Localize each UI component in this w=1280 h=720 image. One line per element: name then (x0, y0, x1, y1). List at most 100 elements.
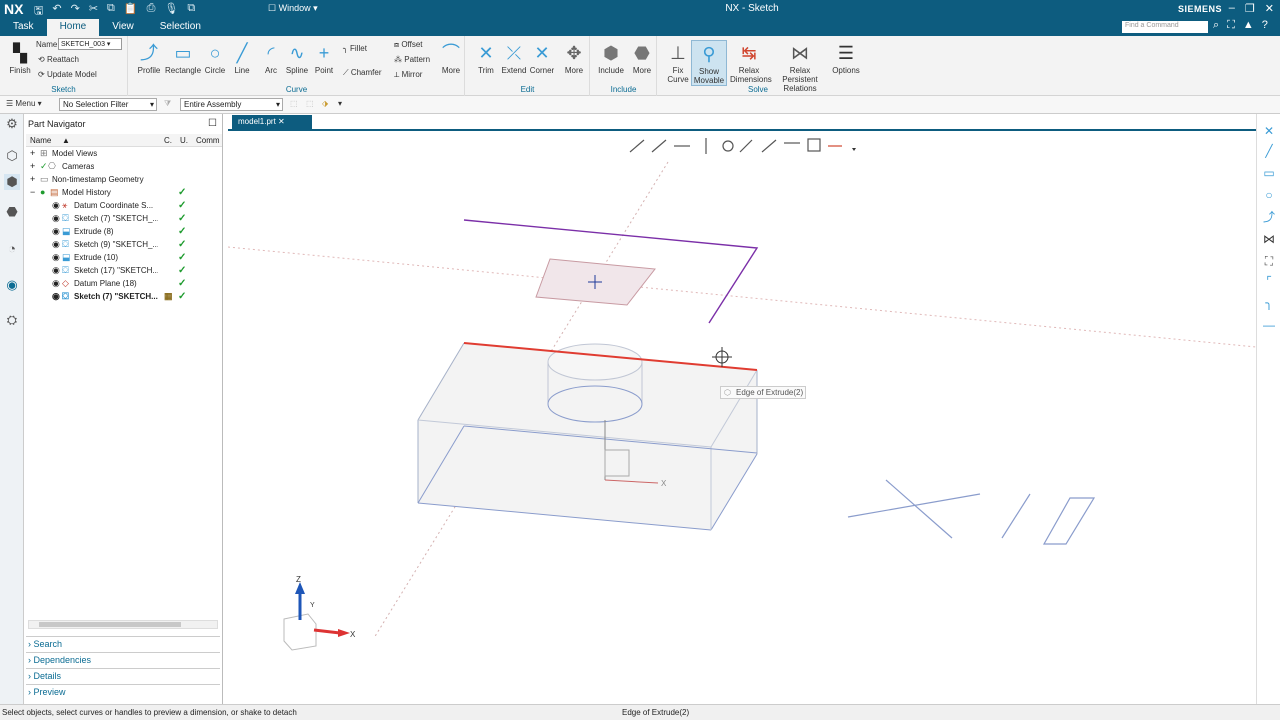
preview-section[interactable]: › Preview (28, 687, 66, 697)
relax-dimensions-button[interactable]: ↹ Relax Dimensions (730, 40, 772, 84)
trim-icon[interactable]: ✕ (1261, 124, 1277, 138)
rectangle-button[interactable]: ▭ Rectangle (165, 40, 201, 75)
eye-icon[interactable]: ◉ (52, 291, 60, 302)
perpendicular-constraint-icon[interactable] (651, 139, 667, 153)
horizontal-line-icon[interactable]: — (1261, 318, 1277, 332)
parallel-constraint-icon[interactable] (629, 139, 645, 153)
eye-icon[interactable]: ◉ (52, 252, 60, 263)
tree-row[interactable]: ◉ ⛋ Sketch (9) "SKETCH_... ✓ (26, 239, 222, 252)
deselect-icon[interactable]: ⬚ (306, 99, 314, 108)
tree-row[interactable]: + ✓ ⎔ Cameras (26, 161, 222, 174)
selection-priority-icon[interactable]: ⬗ (322, 99, 328, 108)
graphics-window[interactable]: model1.prt ✕ X Z Y X ⬡ Edge of Extrude(2… (228, 114, 1256, 704)
view-triad[interactable] (283, 582, 350, 651)
model-scene[interactable]: X (228, 114, 1256, 704)
chevron-down-icon[interactable]: ▾ (338, 99, 342, 108)
tree-row[interactable]: ◉ ⛋ Sketch (17) "SKETCH... ✓ (26, 265, 222, 278)
line-icon[interactable]: ╱ (1261, 144, 1277, 158)
equal-length-constraint-icon[interactable] (739, 139, 753, 153)
fit-view-icon[interactable]: ⛶ (1261, 254, 1277, 268)
chevron-down-icon[interactable] (852, 148, 856, 151)
eye-icon[interactable]: ◉ (52, 213, 60, 224)
finish-button[interactable]: ▚ Finish (2, 40, 38, 75)
tab-task[interactable]: Task (0, 19, 47, 36)
tree-row-active[interactable]: ◉ ⛋ Sketch (7) "SKETCH... ▦ ✓ (26, 291, 222, 304)
update-model-button[interactable]: ⟳ Update Model (38, 70, 97, 79)
tree-row[interactable]: ◉ ◇ Datum Plane (18) ✓ (26, 278, 222, 291)
tree-row[interactable]: − ● ▤ Model History ✓ (26, 187, 222, 200)
eye-icon[interactable]: ◉ (52, 226, 60, 237)
col-current[interactable]: C. (164, 136, 172, 145)
tab-selection[interactable]: Selection (147, 19, 214, 36)
eye-icon[interactable]: ◉ (52, 278, 60, 289)
reference-curves[interactable] (847, 479, 1096, 545)
search-icon[interactable]: ⌕ (1213, 19, 1219, 32)
tangent-constraint-icon[interactable] (722, 140, 734, 152)
horizontal-scrollbar[interactable] (28, 620, 218, 629)
roles-icon[interactable]: ⛭ (4, 312, 20, 328)
expand-icon[interactable]: + (30, 174, 35, 184)
up-arrow-icon[interactable]: ▲ (1243, 19, 1254, 32)
profile-icon[interactable]: ⤴ (1261, 210, 1277, 224)
relax-icon[interactable]: ⋈ (1261, 232, 1277, 246)
corner-button[interactable]: ✕ Corner (524, 40, 560, 75)
chamfer-button[interactable]: ⟋ Chamfer (343, 68, 382, 78)
details-section[interactable]: › Details (28, 671, 61, 681)
fillet-icon[interactable]: ╮ (1261, 296, 1277, 310)
circle-icon[interactable]: ○ (1261, 188, 1277, 202)
minimize-icon[interactable]: – (1229, 2, 1235, 15)
expand-icon[interactable]: + (30, 148, 35, 158)
web-browser-icon[interactable]: ◉ (4, 277, 20, 293)
window-menu[interactable]: ☐ Window ▾ (268, 3, 318, 14)
assembly-navigator-icon[interactable]: ⬡ (4, 148, 20, 164)
tree-row[interactable]: + ⊞ Model Views (26, 148, 222, 161)
history-icon[interactable]: ◔ (4, 241, 20, 257)
fillet-button[interactable]: ╮ Fillet (343, 44, 367, 53)
rectangle-icon[interactable]: ▭ (1261, 166, 1277, 180)
tree-row[interactable]: ◉ ⬓ Extrude (10) ✓ (26, 252, 222, 265)
scrollbar-thumb[interactable] (39, 622, 181, 627)
reuse-library-icon[interactable]: ⬣ (4, 204, 20, 220)
col-uptodate[interactable]: U. (180, 136, 188, 145)
gear-icon[interactable]: ⚙ (4, 116, 20, 132)
show-movable-button[interactable]: ⚲ Show Movable (691, 40, 727, 86)
col-comment[interactable]: Comm (196, 136, 220, 145)
options-button[interactable]: ☰ Options (828, 40, 864, 75)
tree-row[interactable]: ◉ ⛋ Sketch (7) "SKETCH_... ✓ (26, 213, 222, 226)
corner-icon[interactable]: ⌜ (1261, 274, 1277, 288)
mirror-button[interactable]: ⟂ Mirror (394, 70, 422, 80)
point-button[interactable]: + Point (306, 40, 342, 75)
tree-row[interactable]: ◉ ⚹ Datum Coordinate S... ✓ (26, 200, 222, 213)
expand-icon[interactable]: + (30, 161, 35, 171)
tab-home[interactable]: Home (46, 19, 100, 36)
tree-row[interactable]: ◉ ⬓ Extrude (8) ✓ (26, 226, 222, 239)
maximize-icon[interactable]: ☐ (208, 118, 217, 129)
tab-view[interactable]: View (99, 19, 147, 36)
offset-button[interactable]: ⧈ Offset (394, 40, 423, 50)
select-all-icon[interactable]: ⬚ (290, 99, 298, 108)
tree-row[interactable]: + ▭ Non-timestamp Geometry (26, 174, 222, 187)
sketch-name-field[interactable]: SKETCH_003 ▾ (58, 38, 122, 50)
curve-more-button[interactable]: ⌒ More (435, 40, 467, 75)
eye-icon[interactable]: ◉ (52, 200, 60, 211)
command-finder-input[interactable]: Find a Command (1122, 21, 1208, 33)
coincident-constraint-icon[interactable] (761, 139, 777, 153)
help-icon[interactable]: ? (1262, 19, 1268, 32)
fixed-constraint-icon[interactable] (807, 138, 821, 152)
part-navigator-icon[interactable]: ⬢ (4, 174, 20, 190)
menu-button[interactable]: ☰ Menu ▾ (6, 99, 42, 108)
close-icon[interactable]: ✕ (1265, 2, 1274, 15)
pattern-button[interactable]: ⁂ Pattern (394, 55, 430, 64)
selection-filter-dropdown[interactable]: No Selection Filter ▾ (59, 98, 157, 111)
fullscreen-icon[interactable]: ⛶ (1227, 19, 1235, 32)
search-section[interactable]: › Search (28, 639, 62, 649)
eye-icon[interactable]: ◉ (52, 239, 60, 250)
restore-icon[interactable]: ❐ (1245, 2, 1255, 15)
include-more-button[interactable]: ⬣ More (624, 40, 660, 75)
filter-icon[interactable]: ⧩ (164, 99, 171, 109)
scope-dropdown[interactable]: Entire Assembly ▾ (180, 98, 283, 111)
profile-button[interactable]: ⤴ Profile (131, 40, 167, 75)
extrude-body[interactable]: X (417, 342, 758, 531)
col-name[interactable]: Name (30, 136, 51, 145)
collapse-icon[interactable]: − (30, 187, 35, 197)
